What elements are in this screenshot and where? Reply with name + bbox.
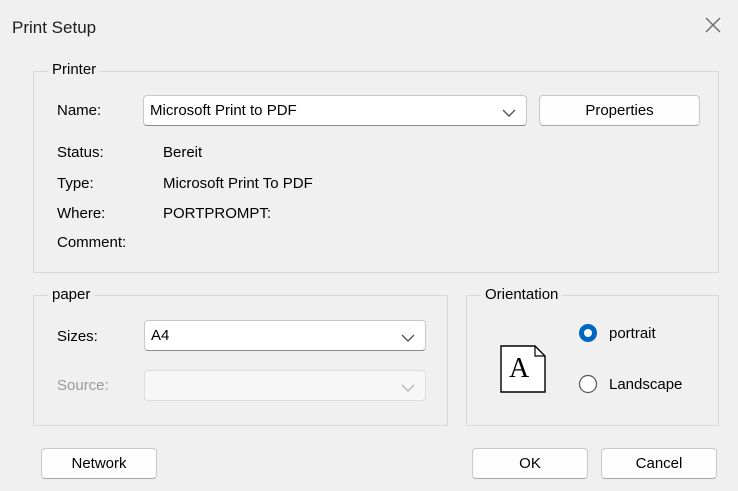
window-title: Print Setup [12,18,97,37]
chevron-down-icon [502,105,516,117]
where-label: Where: [57,205,106,222]
cancel-button[interactable]: Cancel [601,448,717,479]
landscape-radio[interactable] [578,374,598,394]
chevron-down-icon [401,380,415,392]
chevron-down-icon [401,330,415,342]
paper-size-value: A4 [151,327,170,344]
properties-button[interactable]: Properties [539,95,700,126]
printer-group-label: Printer [48,61,101,78]
paper-group [33,295,448,426]
portrait-label[interactable]: portrait [609,325,656,342]
page-preview-icon: A [500,345,546,393]
name-label: Name: [57,102,102,119]
portrait-radio[interactable] [578,323,598,343]
paper-source-select [144,370,426,401]
title-bar: Print Setup [0,0,738,56]
printer-name-select[interactable]: Microsoft Print to PDF [143,95,527,126]
paper-size-select[interactable]: A4 [144,320,426,351]
printer-name-value: Microsoft Print to PDF [150,102,297,119]
type-value: Microsoft Print To PDF [163,175,313,192]
paper-group-label: paper [48,286,95,303]
close-icon[interactable] [702,14,724,36]
type-label: Type: [57,175,94,192]
ok-button[interactable]: OK [472,448,588,479]
sizes-label: Sizes: [57,328,98,345]
where-value: PORTPROMPT: [163,205,272,222]
network-button[interactable]: Network [41,448,157,479]
source-label: Source: [57,377,109,394]
landscape-label[interactable]: Landscape [609,376,682,393]
status-label: Status: [57,144,104,161]
orientation-group-label: Orientation [481,286,563,303]
status-value: Bereit [163,144,203,161]
preview-letter: A [509,353,530,384]
comment-label: Comment: [57,234,127,251]
